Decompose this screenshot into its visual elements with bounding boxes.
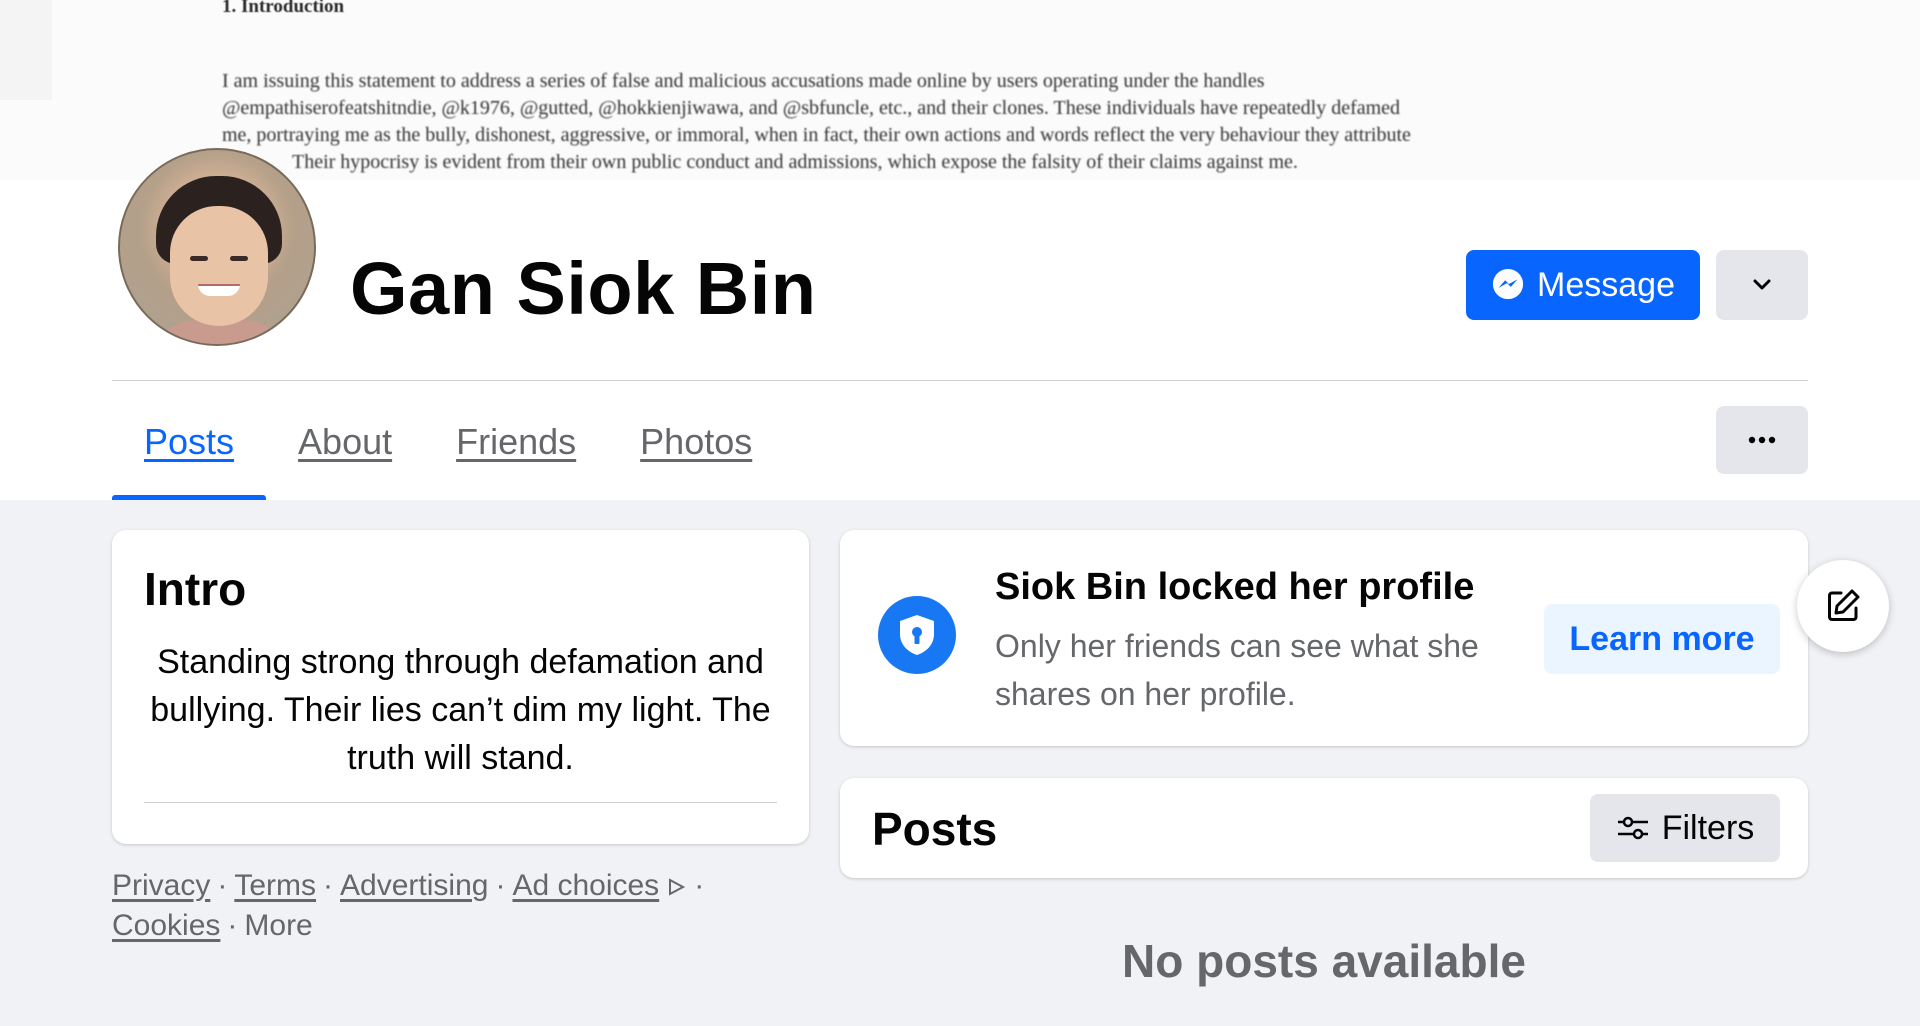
- footer-link-cookies[interactable]: Cookies: [112, 909, 220, 942]
- profile-avatar[interactable]: [118, 148, 316, 346]
- profile-name: Gan Siok Bin: [350, 247, 817, 330]
- footer-link-advertising[interactable]: Advertising: [340, 869, 488, 902]
- cover-line: @empathiserofeatshitndie, @k1976, @gutte…: [222, 97, 1401, 119]
- ad-choices-icon: [669, 878, 686, 896]
- more-options-button[interactable]: [1716, 406, 1808, 474]
- footer-links: Privacy · Terms · Advertising · Ad choices · Coo…: [112, 866, 752, 946]
- tab-about[interactable]: About: [266, 384, 424, 500]
- footer-separator: ·: [227, 909, 238, 942]
- footer-separator: ·: [495, 869, 506, 902]
- learn-more-button[interactable]: Learn more: [1544, 604, 1780, 674]
- footer-separator: ·: [323, 869, 334, 902]
- tab-posts[interactable]: Posts: [112, 384, 267, 500]
- message-label: Message: [1537, 265, 1675, 304]
- profile-dropdown-button[interactable]: [1716, 250, 1808, 320]
- cover-line: I am issuing this statement to address a…: [222, 70, 1265, 92]
- profile-tabs: Posts About Friends Photos: [112, 384, 784, 500]
- cover-edge: [0, 0, 52, 100]
- footer-link-terms[interactable]: Terms: [234, 869, 316, 902]
- ellipsis-icon: [1748, 436, 1776, 444]
- shield-icon: [900, 615, 934, 655]
- filter-sliders-icon: [1617, 816, 1648, 840]
- intro-title: Intro: [144, 563, 247, 615]
- intro-bio: Standing strong through defamation and b…: [150, 643, 771, 777]
- no-posts-message: No posts available: [1122, 935, 1526, 987]
- posts-title: Posts: [872, 803, 998, 855]
- locked-description: Only her friends can see what she shares…: [995, 628, 1479, 712]
- footer-separator: ·: [694, 869, 705, 902]
- footer-link-privacy[interactable]: Privacy: [112, 869, 210, 902]
- filters-label: Filters: [1661, 808, 1755, 847]
- messenger-icon: [1492, 268, 1524, 300]
- shield-lock-icon: [878, 596, 956, 674]
- profile-header: 1. Introduction I am issuing this statem…: [0, 0, 1920, 500]
- intro-card: Intro Standing strong through defamation…: [112, 530, 809, 844]
- locked-title: Siok Bin locked her profile: [995, 566, 1475, 608]
- header-divider: [112, 380, 1808, 381]
- cover-heading: 1. Introduction: [222, 0, 345, 17]
- cover-photo[interactable]: 1. Introduction I am issuing this statem…: [0, 0, 1920, 180]
- avatar-face: [170, 206, 268, 326]
- cover-line: me, portraying me as the bully, dishones…: [222, 124, 1411, 146]
- chevron-down-icon: [1753, 279, 1771, 290]
- posts-card: Posts Filters: [840, 778, 1808, 878]
- footer-separator: ·: [217, 869, 228, 902]
- cover-line: Their hypocrisy is evident from their ow…: [292, 151, 1298, 173]
- intro-divider: [144, 802, 777, 803]
- edit-button[interactable]: [1797, 560, 1889, 652]
- avatar-eye: [190, 256, 208, 261]
- edit-icon: [1828, 589, 1860, 621]
- message-button[interactable]: Message: [1466, 250, 1700, 320]
- footer-more[interactable]: More: [244, 909, 312, 942]
- tab-friends[interactable]: Friends: [424, 384, 608, 500]
- locked-profile-card: Siok Bin locked her profile Only her fri…: [840, 530, 1808, 746]
- avatar-smile: [198, 284, 240, 296]
- footer-link-ad-choices[interactable]: Ad choices: [512, 869, 659, 902]
- cover-paragraph: I am issuing this statement to address a…: [222, 68, 1682, 176]
- filters-button[interactable]: Filters: [1590, 794, 1780, 862]
- avatar-eye: [230, 256, 248, 261]
- tab-photos[interactable]: Photos: [608, 384, 784, 500]
